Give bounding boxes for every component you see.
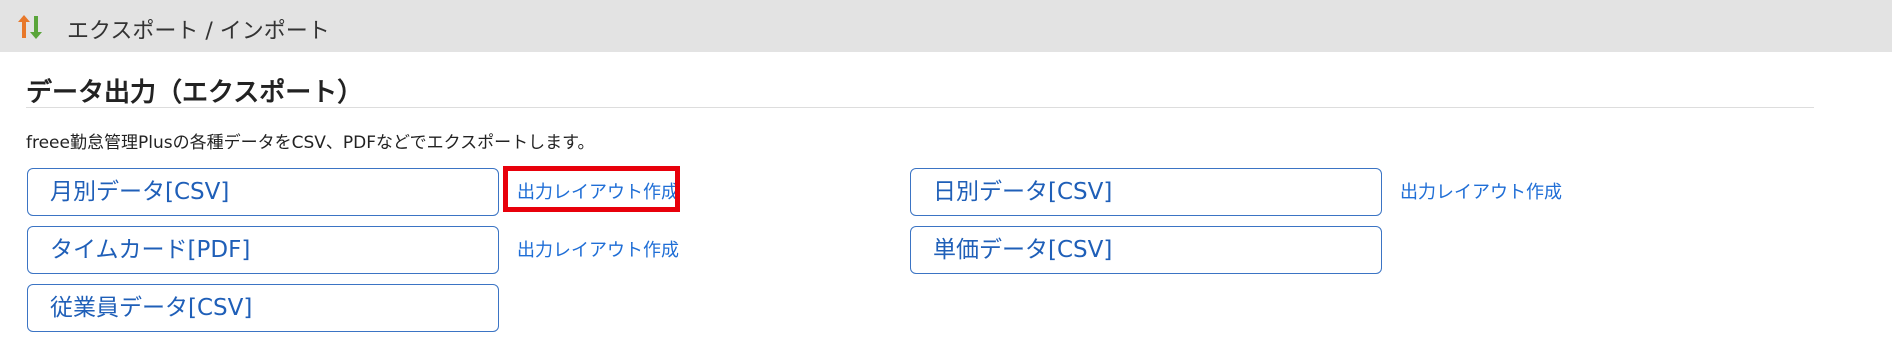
header-title: エクスポート / インポート	[67, 19, 330, 44]
timecard-layout-link[interactable]: 出力レイアウト作成	[517, 236, 679, 262]
section-title: データ出力（エクスポート）	[26, 78, 364, 108]
monthly-data-csv-button[interactable]: 月別データ[CSV]	[27, 168, 499, 216]
employee-data-csv-button[interactable]: 従業員データ[CSV]	[27, 284, 499, 332]
section-divider	[26, 107, 1814, 108]
import-export-arrows-icon	[15, 12, 45, 42]
section-description: freee勤怠管理Plusの各種データをCSV、PDFなどでエクスポートします。	[26, 133, 595, 153]
unit-price-data-csv-button[interactable]: 単価データ[CSV]	[910, 226, 1382, 274]
highlight-box	[503, 166, 680, 212]
daily-layout-link[interactable]: 出力レイアウト作成	[1400, 178, 1562, 204]
timecard-pdf-button[interactable]: タイムカード[PDF]	[27, 226, 499, 274]
daily-data-csv-button[interactable]: 日別データ[CSV]	[910, 168, 1382, 216]
page-header: エクスポート / インポート	[0, 0, 1892, 52]
